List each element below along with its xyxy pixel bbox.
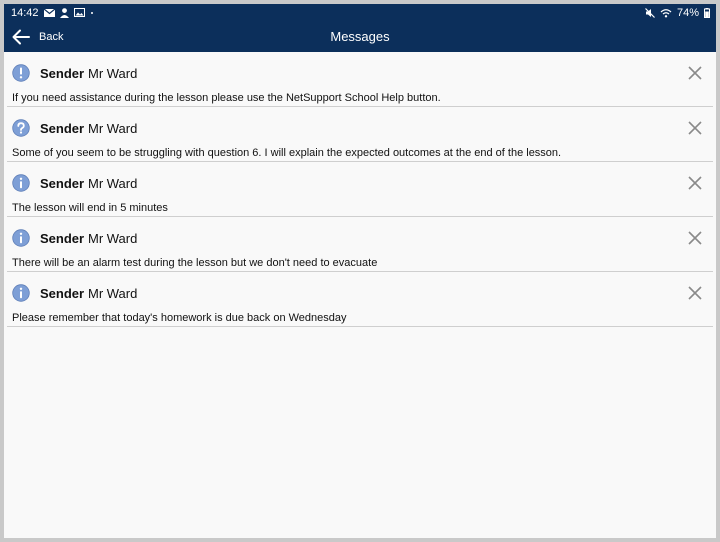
message-text: There will be an alarm test during the l… (12, 257, 378, 269)
info-icon (12, 284, 30, 302)
person-icon (59, 7, 69, 18)
wifi-icon (660, 8, 672, 18)
close-icon[interactable] (687, 230, 703, 246)
message-text: The lesson will end in 5 minutes (12, 202, 168, 214)
battery-icon (704, 7, 710, 18)
battery-percent: 74% (676, 6, 699, 19)
back-label: Back (39, 30, 64, 43)
sender-label: Sender (40, 121, 85, 136)
sender-name: Mr Ward (88, 176, 138, 191)
status-time: 14:42 (11, 6, 39, 19)
sender-name: Mr Ward (88, 231, 138, 246)
arrow-left-icon (12, 29, 30, 45)
sender-label: Sender (40, 231, 85, 246)
message-list: Sender Mr Ward If you need assistance du… (7, 52, 713, 327)
close-icon[interactable] (687, 120, 703, 136)
close-icon[interactable] (687, 65, 703, 81)
message-item: Sender Mr Ward Please remember that toda… (7, 272, 713, 327)
message-item: Sender Mr Ward The lesson will end in 5 … (7, 162, 713, 217)
back-button[interactable]: Back (12, 29, 63, 45)
sender-name: Mr Ward (88, 121, 138, 136)
status-bar: 14:42 74% (4, 4, 716, 21)
close-icon[interactable] (687, 285, 703, 301)
message-item: Sender Mr Ward If you need assistance du… (7, 52, 713, 107)
exclamation-icon (12, 64, 30, 82)
sender-name: Mr Ward (88, 286, 138, 301)
app-bar: Back Messages (4, 21, 716, 52)
page-title: Messages (330, 29, 390, 44)
message-text: Please remember that today's homework is… (12, 312, 347, 324)
message-text: Some of you seem to be struggling with q… (12, 147, 562, 159)
message-text: If you need assistance during the lesson… (12, 92, 441, 104)
close-icon[interactable] (687, 175, 703, 191)
info-icon (12, 174, 30, 192)
sender-label: Sender (40, 176, 85, 191)
sender-name: Mr Ward (88, 66, 138, 81)
sender-label: Sender (40, 66, 85, 81)
mute-icon (645, 7, 655, 18)
info-icon (12, 229, 30, 247)
mail-icon (43, 8, 55, 17)
dot-icon (90, 11, 94, 15)
question-icon (12, 119, 30, 137)
app-window: 14:42 74% Back Messages Sender Mr Ward I… (4, 4, 716, 538)
sender-label: Sender (40, 286, 85, 301)
message-item: Sender Mr Ward There will be an alarm te… (7, 217, 713, 272)
message-item: Sender Mr Ward Some of you seem to be st… (7, 107, 713, 162)
image-icon (73, 8, 85, 17)
